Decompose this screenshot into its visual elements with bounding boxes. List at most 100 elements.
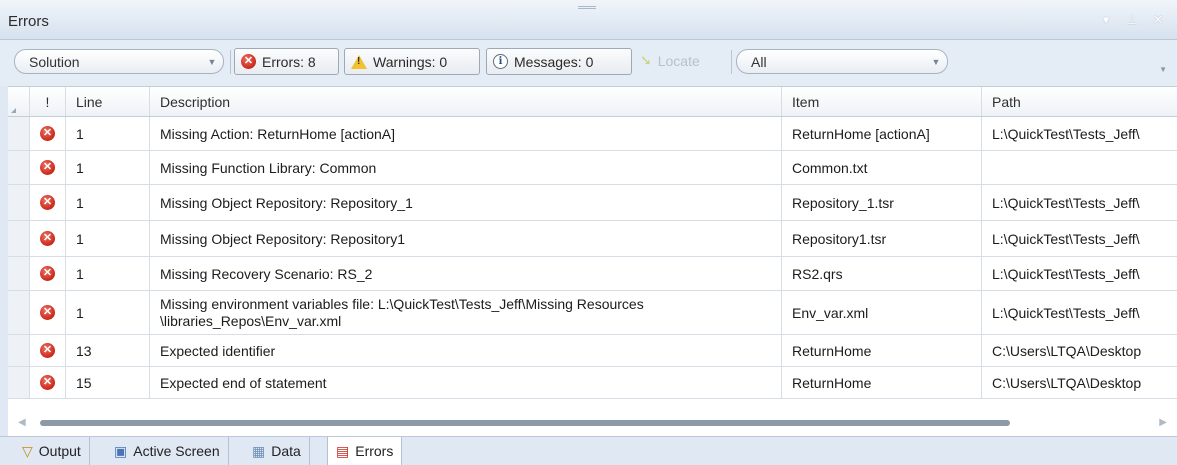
column-header-line[interactable]: Line [66, 87, 150, 116]
drag-grip-icon[interactable] [578, 6, 596, 9]
severity-cell: ✕ [30, 335, 66, 366]
table-row[interactable]: ✕ 1 Missing Function Library: Common Com… [8, 151, 1177, 185]
row-selector[interactable] [8, 367, 30, 398]
warnings-filter-button[interactable]: Warnings: 0 [344, 48, 480, 75]
table-row[interactable]: ✕ 1 Missing environment variables file: … [8, 291, 1177, 335]
item-cell: ReturnHome [782, 367, 982, 398]
description-cell: Missing Recovery Scenario: RS_2 [150, 257, 782, 290]
row-selector[interactable] [8, 335, 30, 366]
errors-panel: Errors ▾ ⊥ ✕ Solution ▼ ✕ Errors: 8 Warn… [0, 0, 1177, 465]
info-icon: i [493, 54, 508, 69]
item-cell: Common.txt [782, 151, 982, 184]
window-controls: ▾ ⊥ ✕ [1099, 12, 1165, 28]
error-icon: ✕ [241, 54, 256, 69]
close-icon[interactable]: ✕ [1151, 12, 1165, 28]
corner-icon [11, 108, 16, 113]
row-selector[interactable] [8, 257, 30, 290]
item-cell: ReturnHome [actionA] [782, 117, 982, 150]
description-cell: Expected end of statement [150, 367, 782, 398]
tab-data[interactable]: ▦ Data [244, 437, 310, 465]
tab-errors[interactable]: ▤ Errors [327, 437, 403, 465]
line-cell: 13 [66, 335, 150, 366]
item-cell: RS2.qrs [782, 257, 982, 290]
error-icon: ✕ [40, 375, 55, 390]
severity-cell: ✕ [30, 367, 66, 398]
scrollbar-thumb[interactable] [40, 420, 1010, 426]
line-cell: 1 [66, 151, 150, 184]
scroll-left-icon[interactable]: ◀ [18, 417, 26, 428]
line-cell: 1 [66, 221, 150, 256]
pin-icon[interactable]: ⊥ [1125, 12, 1139, 28]
table-row[interactable]: ✕ 15 Expected end of statement ReturnHom… [8, 367, 1177, 399]
scope-select[interactable]: Solution ▼ [14, 49, 224, 74]
description-cell: Missing environment variables file: L:\Q… [150, 291, 782, 334]
error-icon: ✕ [40, 160, 55, 175]
active-screen-icon: ▣ [114, 442, 128, 459]
row-selector[interactable] [8, 185, 30, 220]
error-icon: ✕ [40, 305, 55, 320]
item-cell: ReturnHome [782, 335, 982, 366]
column-header-description[interactable]: Description [150, 87, 782, 116]
scroll-right-icon[interactable]: ▶ [1159, 417, 1167, 428]
table-row[interactable]: ✕ 13 Expected identifier ReturnHome C:\U… [8, 335, 1177, 367]
toolbar-separator [731, 50, 732, 74]
column-header-path[interactable]: Path [982, 87, 1177, 116]
errors-filter-button[interactable]: ✕ Errors: 8 [234, 48, 339, 75]
toolbar: Solution ▼ ✕ Errors: 8 Warnings: 0 i Mes… [0, 40, 1177, 86]
horizontal-scrollbar[interactable]: ◀ ▶ [8, 410, 1177, 436]
line-cell: 1 [66, 185, 150, 220]
tab-errors-label: Errors [355, 443, 394, 459]
path-cell: L:\QuickTest\Tests_Jeff\ [992, 304, 1140, 321]
messages-filter-label: Messages: 0 [514, 53, 594, 70]
error-icon: ✕ [40, 231, 55, 246]
row-selector[interactable] [8, 151, 30, 184]
tab-output[interactable]: ▽ Output [14, 437, 90, 465]
description-cell: Missing Function Library: Common [150, 151, 782, 184]
scope-select-value: Solution [29, 53, 80, 70]
severity-cell: ✕ [30, 257, 66, 290]
severity-cell: ✕ [30, 185, 66, 220]
path-cell [982, 151, 1177, 184]
item-cell: Env_var.xml [782, 291, 982, 334]
table-row[interactable]: ✕ 1 Missing Recovery Scenario: RS_2 RS2.… [8, 257, 1177, 291]
row-selector[interactable] [8, 221, 30, 256]
error-icon: ✕ [40, 343, 55, 358]
line-cell: 1 [66, 257, 150, 290]
tab-active-screen[interactable]: ▣ Active Screen [106, 437, 229, 465]
errors-icon: ▤ [336, 442, 350, 459]
path-cell: C:\Users\LTQA\Desktop [992, 374, 1142, 391]
filter-select-value: All [751, 53, 767, 70]
severity-cell: ✕ [30, 117, 66, 150]
description-cell: Missing Object Repository: Repository1 [150, 221, 782, 256]
errors-table: ! Line Description Item Path ✕ 1 Missing… [8, 86, 1177, 436]
chevron-down-icon: ▼ [931, 56, 941, 67]
description-cell: Expected identifier [150, 335, 782, 366]
severity-cell: ✕ [30, 291, 66, 334]
column-header-item[interactable]: Item [782, 87, 982, 116]
dropdown-icon[interactable]: ▾ [1099, 12, 1113, 28]
description-cell: Missing Object Repository: Repository_1 [150, 185, 782, 220]
messages-filter-button[interactable]: i Messages: 0 [486, 48, 632, 75]
toolbar-overflow-icon[interactable]: ▼ [1159, 65, 1167, 74]
output-icon: ▽ [22, 442, 33, 459]
locate-icon: ➘ [640, 52, 652, 68]
title-bar[interactable]: Errors ▾ ⊥ ✕ [0, 0, 1177, 40]
row-selector-header [8, 87, 30, 116]
table-row[interactable]: ✕ 1 Missing Action: ReturnHome [actionA]… [8, 117, 1177, 151]
description-cell: Missing Action: ReturnHome [actionA] [150, 117, 782, 150]
path-cell: L:\QuickTest\Tests_Jeff\ [992, 194, 1140, 211]
warning-icon [351, 54, 367, 69]
column-header-severity[interactable]: ! [30, 87, 66, 116]
filter-select[interactable]: All ▼ [736, 49, 948, 74]
row-selector[interactable] [8, 117, 30, 150]
locate-button[interactable]: ➘ Locate [640, 52, 700, 69]
data-table-icon: ▦ [252, 442, 266, 459]
panel-title: Errors [8, 13, 49, 30]
error-icon: ✕ [40, 266, 55, 281]
warnings-filter-label: Warnings: 0 [373, 53, 448, 70]
table-row[interactable]: ✕ 1 Missing Object Repository: Repositor… [8, 221, 1177, 257]
item-cell: Repository_1.tsr [782, 185, 982, 220]
table-row[interactable]: ✕ 1 Missing Object Repository: Repositor… [8, 185, 1177, 221]
row-selector[interactable] [8, 291, 30, 334]
severity-cell: ✕ [30, 221, 66, 256]
